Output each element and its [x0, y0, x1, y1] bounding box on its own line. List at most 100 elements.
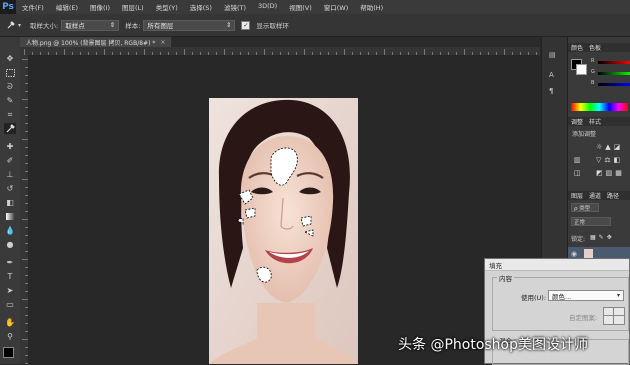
color-slider-r[interactable]: [598, 61, 630, 64]
add-adjustment-label: 添加调整: [572, 131, 597, 138]
foreground-color-swatch[interactable]: [3, 347, 14, 358]
tab-styles[interactable]: 样式: [589, 117, 601, 126]
eyedropper-icon[interactable]: [4, 123, 16, 134]
spectrum-bar[interactable]: [571, 103, 628, 111]
menu-item-3[interactable]: 图层(L): [116, 2, 150, 12]
use-label: 使用(U):: [521, 294, 547, 302]
eraser-icon[interactable]: ◧: [4, 197, 16, 208]
menu-item-9[interactable]: 窗口(W): [318, 2, 355, 12]
quick-select-icon[interactable]: ✎: [4, 95, 16, 106]
contents-legend: 内容: [497, 273, 514, 283]
menu-item-0[interactable]: 文件(F): [16, 2, 50, 12]
photo-filter-icon[interactable]: ◫: [574, 169, 581, 177]
use-select[interactable]: 颜色... ▾: [548, 290, 624, 301]
text-icon[interactable]: T: [4, 271, 16, 282]
channel-label-r: R: [591, 58, 595, 64]
portrait-photo: [209, 98, 358, 364]
tools-panel: ✥ ᘐ ✎ ⌗ ✚ ✐ ⊥ ↺ ◧ 💧 ● ✒ T ➤ ▭ ✋ ⚲: [0, 37, 21, 364]
tab-swatches[interactable]: 色板: [589, 43, 601, 52]
blend-mode-value: 正常: [574, 219, 586, 226]
preset-dropdown-icon[interactable]: ▾: [18, 22, 21, 29]
canvas-area[interactable]: [28, 55, 540, 364]
adjustment-icon-column: ▥ ◫: [574, 154, 581, 180]
gradient-icon[interactable]: [4, 211, 16, 222]
lock-pixels-icon[interactable]: ▦: [590, 234, 599, 241]
blend-mode-select[interactable]: 正常: [571, 217, 611, 226]
chevron-down-icon: ▾: [616, 292, 620, 299]
sample-size-select[interactable]: 取样点 ⇕: [61, 19, 120, 31]
menu-item-2[interactable]: 图像(I): [84, 2, 116, 12]
move-icon[interactable]: ✥: [4, 53, 16, 64]
history-brush-icon[interactable]: ↺: [4, 183, 16, 194]
properties-panel-icon[interactable]: A: [549, 71, 561, 81]
balance-icon[interactable]: ⚖: [604, 156, 613, 164]
adjustment-icons: ☼▲◪ ▽⚖◧ ◩▨▦: [596, 141, 630, 180]
chevron-down-icon: ⇕: [225, 21, 232, 29]
close-icon[interactable]: ×: [160, 39, 165, 46]
channel-label-b: B: [591, 80, 595, 86]
menu-item-6[interactable]: 滤镜(T): [218, 2, 252, 12]
tab-channels[interactable]: 通道: [589, 191, 601, 200]
color-slider-b[interactable]: [598, 83, 630, 86]
chevron-down-icon: ⇕: [109, 21, 116, 29]
lock-label: 锁定:: [571, 236, 586, 243]
gradient-map-icon[interactable]: ▦: [615, 169, 625, 177]
sample-label: 样本:: [125, 22, 141, 30]
lock-icons: ▦✎✥: [590, 234, 615, 241]
character-panel-icon[interactable]: ¶: [549, 87, 561, 97]
lock-move-icon[interactable]: ✥: [607, 234, 615, 241]
marquee-icon[interactable]: [4, 67, 16, 78]
document-tab-title: 人物.png @ 100% (背景图层 拷贝, RGB/8#) *: [26, 39, 156, 47]
history-panel-icon[interactable]: ▤: [549, 51, 561, 61]
hand-icon[interactable]: ✋: [4, 317, 16, 328]
background-color-chip[interactable]: [576, 64, 587, 75]
stamp-icon[interactable]: ⊥: [4, 169, 16, 180]
visibility-icon[interactable]: ◉: [571, 250, 577, 258]
levels-icon[interactable]: ▲: [605, 143, 613, 151]
menu-item-1[interactable]: 编辑(E): [50, 2, 84, 12]
tab-layers[interactable]: 图层: [571, 191, 583, 200]
show-ring-checkbox[interactable]: ✓: [241, 20, 251, 30]
threshold-icon[interactable]: ▨: [606, 169, 616, 177]
curves-icon[interactable]: ◪: [614, 143, 624, 151]
tab-color[interactable]: 颜色: [571, 43, 583, 52]
lock-brush-icon[interactable]: ✎: [599, 234, 607, 241]
channel-label-g: G: [591, 69, 595, 75]
menu-item-4[interactable]: 类型(Y): [150, 2, 184, 12]
document-tab[interactable]: 人物.png @ 100% (背景图层 拷贝, RGB/8#) * ×: [20, 37, 172, 47]
tab-adjust[interactable]: 调整: [571, 117, 583, 126]
adjust-panel-header: 调整 样式: [568, 117, 630, 126]
eyedropper-preset-icon[interactable]: [4, 18, 18, 32]
blur-icon[interactable]: 💧: [4, 225, 16, 236]
custom-pattern-picker[interactable]: [603, 307, 625, 325]
menu-item-5[interactable]: 选择(S): [184, 2, 218, 12]
layer-kind-filter[interactable]: ρ 类型: [571, 203, 599, 212]
brush-icon[interactable]: ✐: [4, 155, 16, 166]
lasso-icon[interactable]: ᘐ: [4, 81, 16, 92]
hue-icon[interactable]: ▥: [574, 156, 581, 164]
zoom-icon[interactable]: ⚲: [4, 331, 16, 342]
shape-icon[interactable]: ▭: [4, 299, 16, 310]
tab-paths[interactable]: 路径: [607, 191, 619, 200]
fill-dialog-title: 填充: [485, 259, 629, 271]
sample-select[interactable]: 所有图层 ⇕: [143, 19, 236, 31]
photoshop-logo: Ps: [0, 0, 16, 14]
sample-size-label: 取样大小:: [30, 22, 59, 30]
layer-kind-value: ρ 类型: [574, 205, 591, 212]
options-bar: ▾ 取样大小: 取样点 ⇕ 样本: 所有图层 ⇕ ✓ 显示取样环: [0, 14, 630, 37]
invert-icon[interactable]: ◩: [596, 169, 606, 177]
pen-icon[interactable]: ✒: [4, 257, 16, 268]
path-select-icon[interactable]: ➤: [4, 285, 16, 296]
use-value: 颜色...: [552, 292, 572, 301]
document-image[interactable]: [209, 98, 358, 364]
menu-item-7[interactable]: 3D(D): [252, 2, 283, 12]
dodge-icon[interactable]: ●: [4, 239, 16, 250]
menu-item-8[interactable]: 视图(V): [283, 2, 318, 12]
healing-icon[interactable]: ✚: [4, 141, 16, 152]
crop-icon[interactable]: ⌗: [4, 109, 16, 120]
color-slider-g[interactable]: [598, 72, 630, 75]
menu-item-10[interactable]: 帮助(H): [354, 2, 389, 12]
bw-icon[interactable]: ◧: [614, 156, 624, 164]
show-ring-label: 显示取样环: [256, 22, 289, 30]
brightness-icon[interactable]: ☼: [596, 143, 605, 151]
